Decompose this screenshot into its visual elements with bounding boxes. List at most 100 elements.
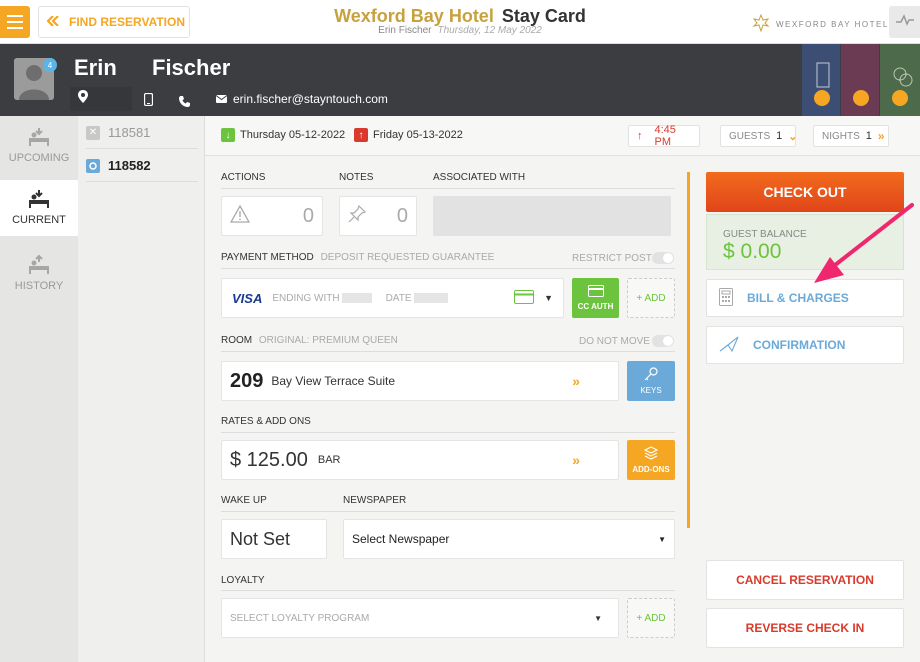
departure-date-text: Friday 05-13-2022 (373, 129, 463, 141)
logo-text: WEXFORD BAY HOTEL (776, 19, 889, 29)
notes-button[interactable]: 0 (339, 196, 417, 236)
reservation-number: 118582 (108, 158, 151, 173)
list-item[interactable]: 118582 (86, 150, 198, 182)
do-not-move-label: DO NOT MOVE (579, 336, 650, 347)
find-reservation-label: FIND RESERVATION (69, 15, 186, 29)
actions-label: ACTIONS (221, 172, 266, 183)
reservation-number: 118581 (108, 125, 151, 140)
pin-icon (348, 204, 367, 228)
add-payment-button[interactable]: + ADD (627, 278, 675, 318)
do-not-move-toggle[interactable] (652, 335, 674, 347)
keys-button[interactable]: KEYS (627, 361, 675, 401)
room-title: ROOM (221, 335, 253, 346)
room-selector[interactable]: 209 Bay View Terrace Suite » (221, 361, 619, 401)
caret-down-icon: ▼ (658, 534, 666, 544)
activity-button[interactable] (889, 6, 920, 38)
search-icon (892, 90, 908, 106)
find-reservation-button[interactable]: FIND RESERVATION (38, 6, 190, 38)
annotation-arrow (814, 203, 914, 283)
add-loyalty-button[interactable]: + ADD (627, 598, 675, 638)
restrict-post-label: RESTRICT POST (572, 253, 652, 264)
confirmation-button[interactable]: CONFIRMATION (706, 326, 904, 364)
nights-selector[interactable]: NIGHTS 1 » (813, 125, 889, 147)
page-name: Stay Card (501, 6, 586, 26)
restrict-post-toggle[interactable] (652, 252, 674, 264)
chevron-down-icon: ⌄ (788, 130, 798, 143)
guest-strip-blue[interactable] (802, 44, 840, 116)
rate-amount: $ 125.00 (230, 448, 308, 471)
loyalty-placeholder: SELECT LOYALTY PROGRAM (230, 612, 370, 624)
guest-first-name[interactable]: Erin (74, 55, 117, 81)
room-label: ROOM ORIGINAL: PREMIUM QUEEN (221, 335, 398, 346)
arrow-up-icon: ↑ (354, 128, 368, 142)
redacted-expiry (413, 293, 448, 303)
divider (221, 432, 675, 433)
maple-leaf-icon (752, 13, 770, 34)
guest-last-name[interactable]: Fischer (152, 55, 230, 81)
sidebar-item-label: CURRENT (12, 214, 66, 226)
cc-auth-label: CC AUTH (577, 302, 614, 311)
associated-label: ASSOCIATED WITH (433, 172, 526, 183)
add-ons-button[interactable]: ADD-ONS (627, 440, 675, 480)
guest-strip-purple[interactable] (841, 44, 879, 116)
close-icon: ✕ (86, 125, 100, 140)
double-chevron-right-icon: » (877, 129, 885, 143)
double-chevron-right-icon: » (572, 452, 580, 468)
reverse-check-in-button[interactable]: REVERSE CHECK IN (706, 608, 904, 648)
arrival-date[interactable]: ↓ Thursday 05-12-2022 (221, 128, 345, 142)
associated-field[interactable] (433, 196, 671, 236)
divider (221, 188, 675, 189)
location-field[interactable] (70, 87, 132, 111)
newspaper-select[interactable]: Select Newspaper ▼ (343, 519, 675, 559)
departure-time-text: 4:45 PM (654, 124, 676, 148)
hotel-logo: WEXFORD BAY HOTEL (752, 13, 889, 34)
bed-history-icon (27, 254, 51, 276)
layers-icon (643, 446, 659, 462)
newspaper-label: NEWSPAPER (343, 495, 407, 506)
add-ons-label: ADD-ONS (632, 465, 670, 474)
cancel-reservation-button[interactable]: CANCEL RESERVATION (706, 560, 904, 600)
double-chevron-right-icon: » (572, 373, 580, 389)
nights-count: 1 (865, 130, 872, 142)
mobile-icon[interactable] (143, 92, 154, 111)
keys-label: KEYS (640, 386, 662, 395)
wakeup-field[interactable]: Not Set (221, 519, 327, 559)
arrival-date-text: Thursday 05-12-2022 (240, 129, 346, 141)
search-icon (853, 90, 869, 106)
caret-down-icon: ▼ (544, 293, 553, 303)
phone-icon[interactable] (179, 94, 190, 112)
menu-button[interactable] (0, 6, 30, 38)
card-brand: VISA (232, 290, 263, 306)
map-pin-icon (78, 90, 88, 108)
list-item[interactable]: ✕ 118581 (86, 117, 198, 149)
guest-strip-green[interactable] (880, 44, 920, 116)
subtitle-date: Thursday, 12 May 2022 (437, 25, 542, 36)
actions-button[interactable]: 0 (221, 196, 323, 236)
payment-subtitle: DEPOSIT REQUESTED GUARANTEE (320, 252, 495, 263)
bed-upcoming-icon (27, 126, 51, 148)
room-name: Bay View Terrace Suite (271, 374, 395, 388)
search-icon (814, 90, 830, 106)
divider (221, 511, 675, 512)
redacted-card-number (341, 293, 372, 303)
notes-count: 0 (396, 204, 408, 227)
radio-selected-icon (86, 158, 100, 173)
departure-date[interactable]: ↑ Friday 05-13-2022 (354, 128, 463, 142)
guest-email[interactable]: erin.fischer@stayntouch.com (215, 92, 388, 106)
loyalty-select[interactable]: SELECT LOYALTY PROGRAM ▼ (221, 598, 619, 638)
paper-plane-icon (719, 336, 739, 355)
rate-selector[interactable]: $ 125.00 BAR » (221, 440, 619, 480)
guests-selector[interactable]: GUESTS 1 ⌄ (720, 125, 798, 147)
payment-method-field[interactable]: VISA ENDING WITH DATE ▼ (221, 278, 564, 318)
departure-time[interactable]: ↑ 4:45 PM (628, 124, 700, 148)
hotel-name: Wexford Bay Hotel (334, 6, 494, 26)
cc-auth-button[interactable]: CC AUTH (572, 278, 619, 318)
card-icon (587, 285, 604, 299)
wakeup-label: WAKE UP (221, 495, 267, 506)
double-chevron-left-icon (46, 15, 59, 29)
bed-current-icon (27, 188, 51, 210)
status-indicator-line (687, 172, 690, 528)
nights-label: NIGHTS (822, 130, 860, 142)
credit-card-icon (514, 289, 535, 307)
actions-count: 0 (302, 204, 314, 227)
